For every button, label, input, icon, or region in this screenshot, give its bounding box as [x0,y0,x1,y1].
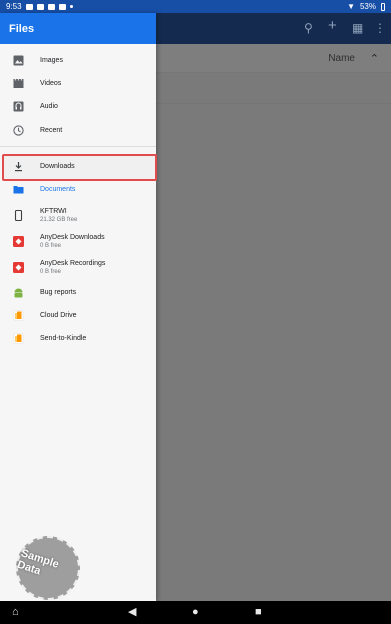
divider [156,103,391,104]
status-time: 9:53 [6,2,22,11]
navigation-drawer: Files Images Videos Audio Recent Downloa… [0,13,157,609]
mail-notification-icon [36,3,44,10]
search-icon[interactable]: ⚲ [304,22,313,34]
drawer-item-audio[interactable]: Audio [0,95,156,117]
image-icon [13,55,24,66]
cloud-drive-icon [13,309,24,321]
video-icon [13,78,24,89]
drawer-item-label: Audio [40,102,58,110]
drawer-item-label: Bug reports [40,288,77,296]
drawer-item-label: Send-to-Kindle [40,334,87,342]
grid-view-icon[interactable]: ▦ [352,22,363,34]
drawer-item-label: AnyDesk Recordings [40,259,106,267]
storage-free-text: 21.32 GB free [40,216,78,223]
recents-icon[interactable]: ■ [255,606,262,618]
kindle-icon [13,332,24,344]
status-bar: 9:53 ▼ 53% [0,0,391,13]
drawer-item-send-to-kindle[interactable]: Send-to-Kindle [0,327,156,349]
back-icon[interactable]: ◀ [128,606,136,618]
drawer-item-label: AnyDesk Downloads [40,233,105,241]
more-options-icon[interactable]: ⋮ [374,22,386,34]
drawer-item-bug-reports[interactable]: Bug reports [0,281,156,303]
image-notification-icon [25,3,33,10]
drawer-item-documents[interactable]: Documents [0,178,156,200]
mail-notification-icon [47,3,55,10]
download-icon [13,161,24,172]
drawer-item-label: Videos [40,79,62,87]
sort-label[interactable]: Name [328,53,355,64]
drawer-item-label: Images [40,56,63,64]
home-icon[interactable]: ● [192,606,199,618]
chevron-up-icon[interactable]: ⌃ [370,52,379,65]
drawer-item-label: Documents [40,185,76,193]
storage-free-text: 0 B free [40,268,62,275]
storage-free-text: 0 B free [40,242,62,249]
drawer-item-cloud-drive[interactable]: Cloud Drive [0,304,156,326]
drawer-item-label: Recent [40,126,63,134]
drawer-item-label: Cloud Drive [40,311,77,319]
drawer-item-anydesk-downloads[interactable]: AnyDesk Downloads 0 B free [0,229,156,253]
wifi-icon: ▼ [347,2,355,11]
drawer-item-recent[interactable]: Recent [0,119,156,141]
anydesk-icon [13,235,24,247]
file-list-area [156,73,391,601]
android-icon [13,287,24,298]
drawer-item-label: Downloads [40,162,75,170]
drawer-item-anydesk-recordings[interactable]: AnyDesk Recordings 0 B free [0,255,156,279]
app-toolbar: ⚲ + ▦ ⋮ [156,13,391,44]
android-notification-icon [58,3,66,10]
anydesk-icon [13,261,24,273]
battery-level: 53% [359,2,376,11]
drawer-divider [0,146,156,147]
drawer-item-kftrwi[interactable]: KFTRWI 21.32 GB free [0,203,156,227]
recent-icon [13,124,24,136]
drawer-item-images[interactable]: Images [0,49,156,71]
drawer-item-videos[interactable]: Videos [0,72,156,94]
drawer-item-downloads[interactable]: Downloads [0,155,156,177]
battery-icon [381,2,385,11]
folder-icon [13,184,24,195]
sort-row: Name ⌃ [156,44,391,73]
navigation-bar: ⌂ ◀ ● ■ [0,601,391,624]
audio-icon [13,101,24,112]
watermark-text: Sample Data [15,547,61,578]
drawer-item-label: KFTRWI [40,207,67,215]
drawer-title: Files [0,13,156,44]
home-shortcut-icon[interactable]: ⌂ [12,606,19,618]
add-icon[interactable]: + [328,18,337,33]
more-notifications-icon [69,5,73,8]
device-icon [13,209,24,221]
sample-data-watermark: Sample Data [7,527,89,609]
